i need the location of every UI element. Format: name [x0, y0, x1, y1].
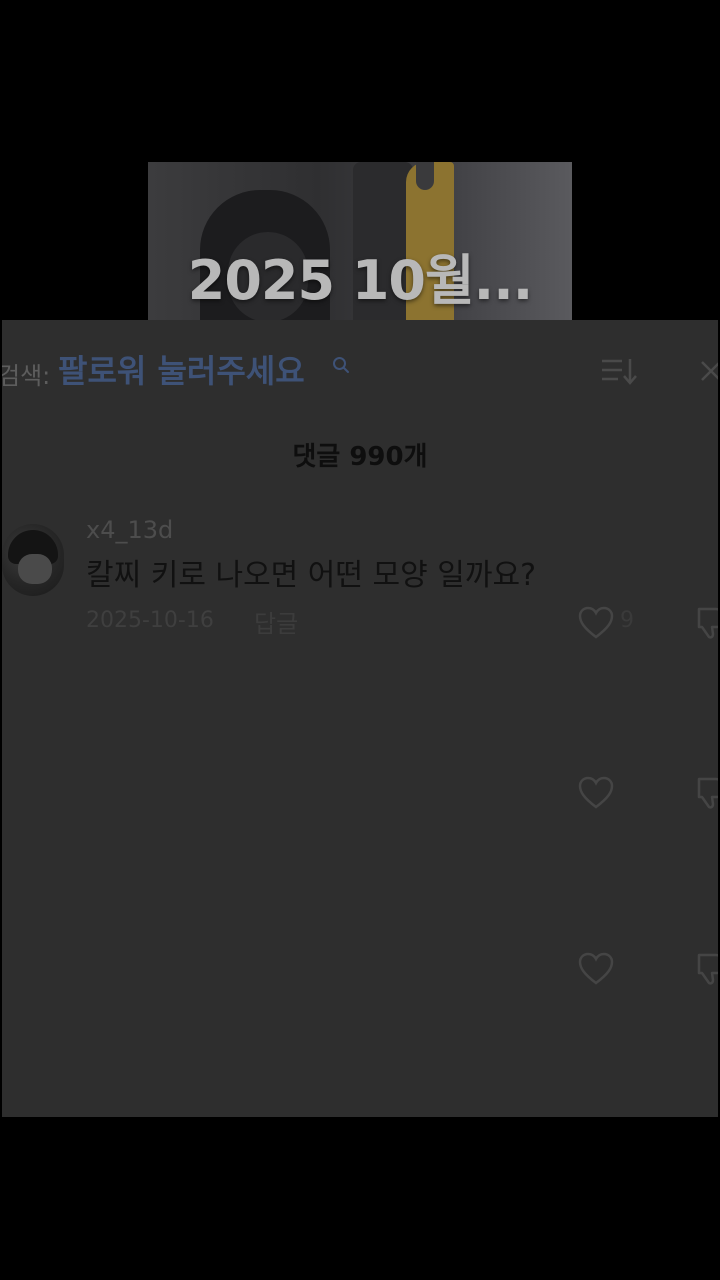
thumbs-down-icon[interactable] [696, 952, 718, 986]
search-icon[interactable] [332, 356, 350, 374]
thumbnail-yellow-object-notch [416, 162, 434, 190]
search-prefix-label: 검색: [2, 362, 51, 390]
close-icon[interactable] [698, 358, 718, 384]
comment-count-title: 댓글 990개 [292, 442, 428, 472]
comment-text: 칼찌 키로 나오면 어떤 모양 일까요? [86, 558, 537, 593]
comments-panel: 검색: 팔로워 눌러주세요 댓글 990개 x4_13d 칼찌 키로 나오면 어… [2, 320, 718, 1117]
screen: 2025 10월... 검색: 팔로워 눌러주세요 댓글 990개 x4_13d… [0, 0, 720, 1280]
heart-icon[interactable] [578, 606, 614, 640]
video-title-overlay: 2025 10월... [187, 249, 533, 312]
heart-icon[interactable] [578, 776, 614, 810]
search-keyword-link[interactable]: 팔로워 눌러주세요 [58, 346, 305, 392]
comment-item: x4_13d 칼찌 키로 나오면 어떤 모양 일까요? 2025-10-16 답… [2, 516, 718, 646]
search-suggestion-row[interactable]: 검색: 팔로워 눌러주세요 [2, 342, 718, 392]
heart-icon[interactable] [578, 952, 614, 986]
reply-button[interactable]: 답글 [254, 604, 298, 639]
comment-date: 2025-10-16 [86, 608, 214, 633]
thumbs-down-icon[interactable] [696, 776, 718, 810]
avatar[interactable] [2, 524, 64, 596]
thumbs-down-icon[interactable] [696, 606, 718, 640]
like-count: 9 [620, 608, 634, 633]
sort-icon[interactable] [600, 356, 638, 386]
comment-username[interactable]: x4_13d [86, 516, 173, 544]
